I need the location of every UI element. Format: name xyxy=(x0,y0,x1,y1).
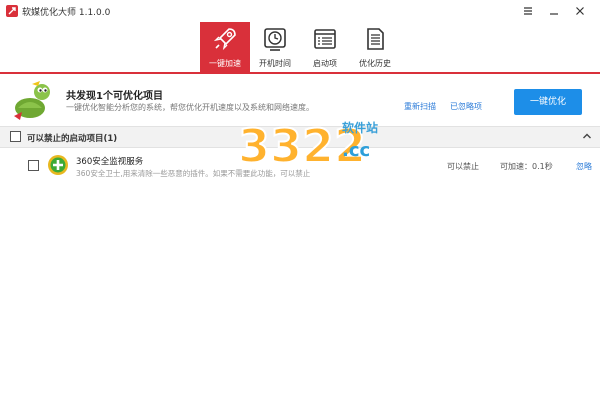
item-checkbox[interactable] xyxy=(28,160,39,171)
app-logo-icon xyxy=(6,5,18,17)
site-watermark-logo: 3322 xyxy=(237,118,367,174)
tab-one-click-speedup[interactable]: 一键加速 xyxy=(200,22,250,72)
title-bar: 软媒优化大师 1.1.0.0 xyxy=(0,0,600,22)
clock-icon xyxy=(264,28,286,51)
tab-label: 开机时间 xyxy=(259,59,291,68)
window-title: 软媒优化大师 1.1.0.0 xyxy=(22,8,111,18)
tab-label: 启动项 xyxy=(313,59,337,68)
item-speedup: 可加速：0.1秒 xyxy=(500,162,553,171)
chevron-up-icon[interactable] xyxy=(582,131,592,141)
tab-label: 一键加速 xyxy=(209,59,241,68)
group-title: 可以禁止的启动项目(1) xyxy=(27,134,118,144)
group-select-all-checkbox[interactable] xyxy=(10,131,21,142)
360-security-icon xyxy=(48,155,68,175)
history-document-icon xyxy=(367,28,384,50)
mascot-turtle-icon xyxy=(14,81,50,120)
close-icon[interactable] xyxy=(572,3,588,19)
menu-icon[interactable] xyxy=(520,3,536,19)
minimize-icon[interactable] xyxy=(546,3,562,19)
rocket-icon xyxy=(213,28,236,51)
main-toolbar: 一键加速 开机时间 启动项 优化历史 xyxy=(0,22,600,72)
item-status: 可以禁止 xyxy=(447,162,479,171)
one-click-optimize-button[interactable]: 一键优化 xyxy=(514,89,582,115)
ignored-items-link[interactable]: 已忽略项 xyxy=(450,101,482,112)
tab-label: 优化历史 xyxy=(359,59,391,68)
watermark-text: 软件站 xyxy=(342,121,379,135)
watermark-domain: .cc xyxy=(342,140,371,161)
tab-startup-items[interactable]: 启动项 xyxy=(300,22,350,72)
ignore-link[interactable]: 忽略 xyxy=(576,161,592,172)
tab-optimize-history[interactable]: 优化历史 xyxy=(350,22,400,72)
tab-boot-time[interactable]: 开机时间 xyxy=(250,22,300,72)
banner-title: 共发现1个可优化项目 xyxy=(66,91,163,102)
rescan-link[interactable]: 重新扫描 xyxy=(404,101,436,112)
startup-list-icon xyxy=(314,29,336,49)
item-name: 360安全监视服务 xyxy=(76,157,144,167)
